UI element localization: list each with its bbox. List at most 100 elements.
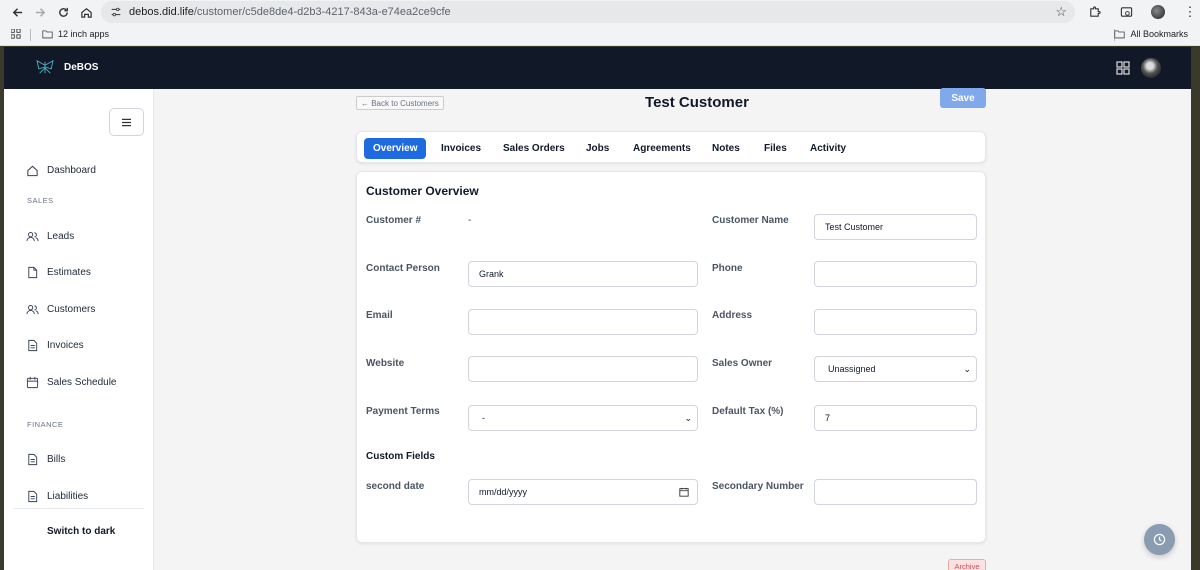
phone-input[interactable] xyxy=(814,261,977,287)
document-icon xyxy=(28,490,38,503)
website-label: Website xyxy=(366,358,405,369)
all-bookmarks-button[interactable]: All Bookmarks xyxy=(1114,29,1188,39)
second-date-placeholder: mm/dd/yyyy xyxy=(479,487,528,497)
chevron-down-icon: ⌄ xyxy=(963,363,971,374)
back-arrow-icon[interactable] xyxy=(6,1,28,23)
bookmark-folder-label: 12 inch apps xyxy=(58,29,110,39)
customer-tabs: Overview Invoices Sales Orders Jobs Agre… xyxy=(356,131,986,163)
default-tax-input[interactable]: 7 xyxy=(814,405,977,431)
secondary-number-label: Secondary Number xyxy=(712,481,804,492)
tab-agreements[interactable]: Agreements xyxy=(624,138,700,159)
url-host: debos.did.life xyxy=(129,6,194,18)
website-input[interactable] xyxy=(468,356,698,382)
document-icon xyxy=(28,266,38,279)
calendar-icon[interactable] xyxy=(679,487,689,497)
sidebar-item-label: Customers xyxy=(47,304,96,315)
phone-label: Phone xyxy=(712,263,743,274)
switch-theme-button[interactable]: Switch to dark xyxy=(47,526,115,537)
url-path: /customer/c5de8de4-d2b3-4217-843a-e74ea2… xyxy=(193,6,451,18)
sales-owner-select[interactable]: Unassigned ⌄ xyxy=(814,356,977,382)
home-icon xyxy=(27,165,38,177)
page-title: Test Customer xyxy=(645,94,749,111)
site-settings-icon[interactable] xyxy=(109,5,123,19)
apps-grid-icon[interactable] xyxy=(1116,61,1130,75)
sidebar-item-label: Dashboard xyxy=(47,165,96,176)
chevron-down-icon: ⌄ xyxy=(684,412,692,423)
tab-overview[interactable]: Overview xyxy=(364,138,427,159)
sidebar-item-customers[interactable]: Customers xyxy=(26,303,95,316)
section-title: Customer Overview xyxy=(366,184,479,198)
sidebar-section-sales: SALES xyxy=(27,196,54,205)
users-icon xyxy=(26,305,39,315)
sidebar-item-invoices[interactable]: Invoices xyxy=(26,339,84,352)
history-button[interactable] xyxy=(1144,524,1175,555)
secondary-number-input[interactable] xyxy=(814,479,977,505)
customer-name-label: Customer Name xyxy=(712,215,789,226)
menu-toggle-button[interactable] xyxy=(109,108,144,136)
email-input[interactable] xyxy=(468,309,698,335)
tab-files[interactable]: Files xyxy=(755,138,796,159)
payment-terms-label: Payment Terms xyxy=(366,406,440,417)
customer-number-label: Customer # xyxy=(366,215,422,226)
sidebar-item-liabilities[interactable]: Liabilities xyxy=(26,490,88,503)
brand-logo[interactable]: DeBOS xyxy=(34,59,98,75)
default-tax-label: Default Tax (%) xyxy=(712,406,784,417)
sidebar-divider xyxy=(14,508,144,509)
users-icon xyxy=(26,232,39,242)
contact-person-input[interactable]: Grank xyxy=(468,261,698,287)
brand-name: DeBOS xyxy=(64,61,99,73)
address-label: Address xyxy=(712,310,753,321)
customer-overview-card: Customer Overview Customer # - Customer … xyxy=(356,171,986,543)
sales-owner-label: Sales Owner xyxy=(712,358,773,369)
more-menu-icon[interactable]: ⋮ xyxy=(1181,3,1199,21)
sidebar-item-bills[interactable]: Bills xyxy=(26,453,65,466)
tab-jobs[interactable]: Jobs xyxy=(577,138,618,159)
extensions-icon[interactable] xyxy=(1085,3,1103,21)
home-icon[interactable] xyxy=(75,1,97,23)
bookmark-star-icon[interactable]: ☆ xyxy=(1055,4,1067,20)
address-bar[interactable]: debos.did.life/customer/c5de8de4-d2b3-42… xyxy=(101,1,1075,23)
sidebar-item-label: Bills xyxy=(47,454,66,465)
tab-activity[interactable]: Activity xyxy=(801,138,855,159)
save-button[interactable]: Save xyxy=(940,88,986,108)
sidebar-section-finance: FINANCE xyxy=(27,420,64,429)
folder-icon xyxy=(1114,30,1126,39)
sidebar-item-sales-schedule[interactable]: Sales Schedule xyxy=(26,376,117,389)
sidebar-item-label: Leads xyxy=(47,231,75,242)
sidebar-item-label: Liabilities xyxy=(47,491,89,502)
tab-notes[interactable]: Notes xyxy=(703,138,749,159)
tab-invoices[interactable]: Invoices xyxy=(432,138,490,159)
apps-grid-icon[interactable] xyxy=(10,28,21,41)
payment-terms-selected: - xyxy=(482,413,485,423)
customer-number-value: - xyxy=(468,215,472,226)
sidebar-item-dashboard[interactable]: Dashboard xyxy=(26,164,96,177)
bill-icon xyxy=(28,453,38,466)
top-navbar: DeBOS xyxy=(4,47,1191,89)
back-to-customers-button[interactable]: ← Back to Customers xyxy=(356,96,444,110)
bookmarks-bar: 12 inch apps All Bookmarks xyxy=(0,25,1200,46)
reload-icon[interactable] xyxy=(52,1,74,23)
hamburger-icon xyxy=(122,118,131,126)
tab-search-icon[interactable] xyxy=(1117,3,1135,21)
sidebar-item-estimates[interactable]: Estimates xyxy=(26,266,91,279)
second-date-input[interactable]: mm/dd/yyyy xyxy=(468,479,698,505)
tab-sales-orders[interactable]: Sales Orders xyxy=(494,138,574,159)
profile-avatar-icon[interactable] xyxy=(1149,3,1167,21)
moth-logo-icon xyxy=(36,59,54,74)
forward-arrow-icon[interactable] xyxy=(29,1,51,23)
sidebar-item-label: Estimates xyxy=(47,267,91,278)
all-bookmarks-label: All Bookmarks xyxy=(1130,29,1188,39)
address-input[interactable] xyxy=(814,309,977,335)
email-label: Email xyxy=(366,310,393,321)
clock-icon xyxy=(1153,533,1166,546)
sidebar-item-leads[interactable]: Leads xyxy=(26,230,74,243)
folder-icon xyxy=(42,30,53,39)
sales-owner-selected: Unassigned xyxy=(828,364,876,374)
bookmark-folder-12-inch-apps[interactable]: 12 inch apps xyxy=(42,29,109,39)
contact-person-label: Contact Person xyxy=(366,263,440,274)
user-avatar[interactable] xyxy=(1141,58,1161,78)
sidebar: Dashboard SALES Leads Estimates Customer… xyxy=(4,89,154,570)
customer-name-input[interactable]: Test Customer xyxy=(814,214,977,240)
payment-terms-select[interactable]: - ⌄ xyxy=(468,405,698,431)
archive-button[interactable]: Archive xyxy=(948,559,986,570)
